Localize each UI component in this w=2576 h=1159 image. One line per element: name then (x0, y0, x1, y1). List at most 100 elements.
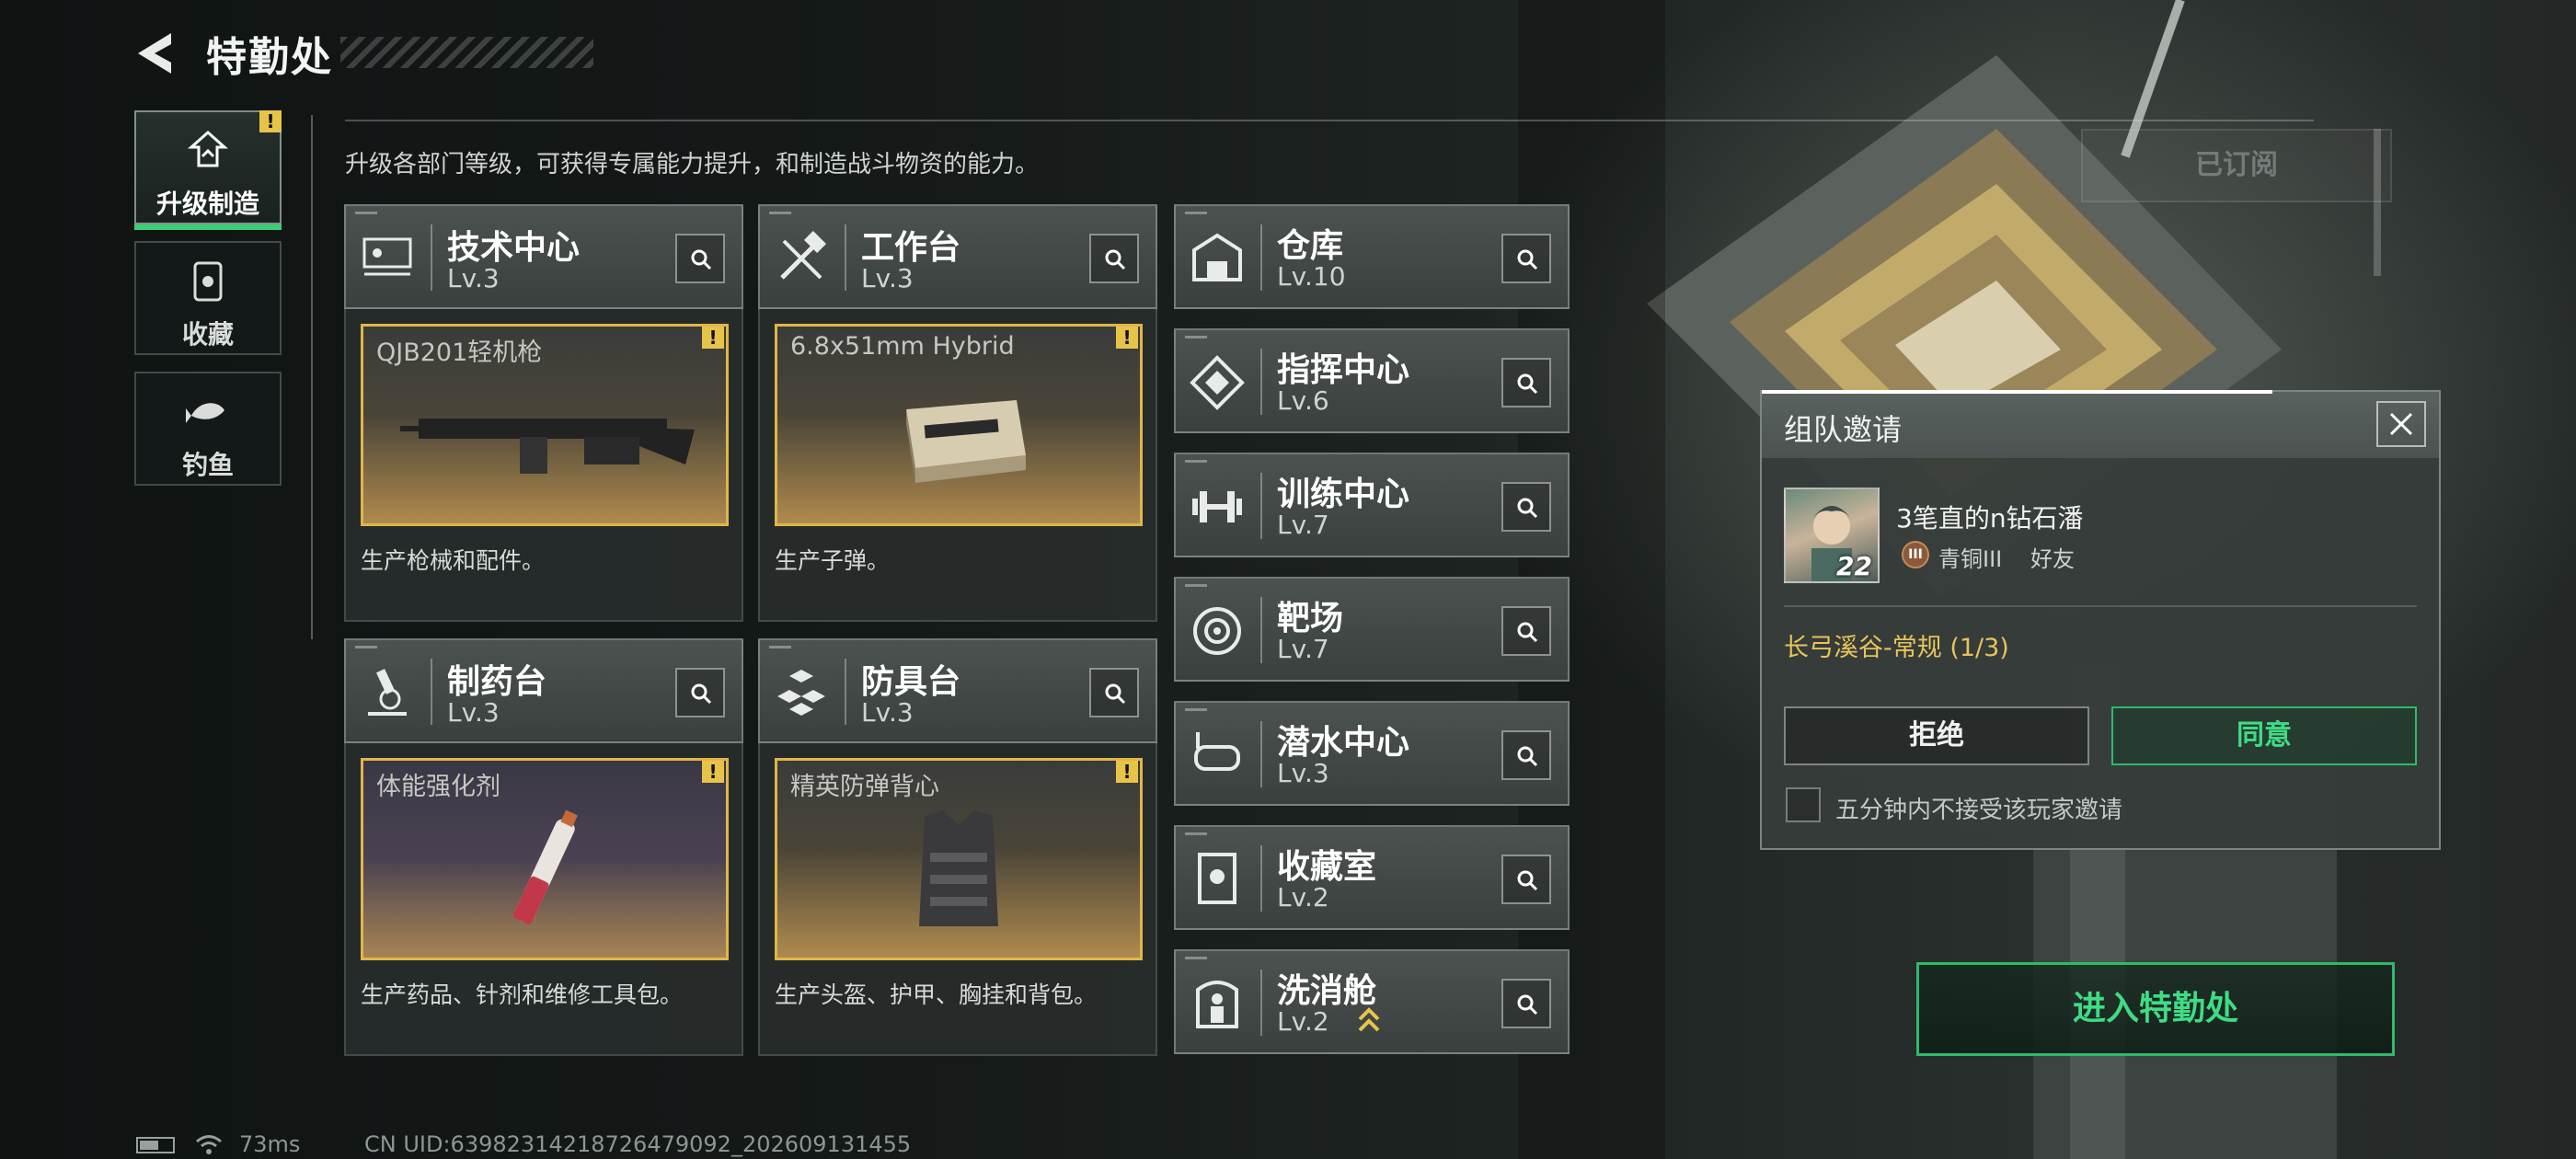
avatar[interactable]: 22 (1784, 488, 1880, 583)
accept-button[interactable]: 同意 (2111, 706, 2417, 765)
dept-name: 制药台 (447, 663, 547, 701)
dept-description: 生产药品、针剂和维修工具包。 (361, 981, 684, 1008)
decor-mark (1185, 957, 1207, 959)
facility-collection-room[interactable]: 收藏室 Lv.2 (1174, 825, 1570, 930)
divider (1260, 473, 1262, 539)
decor-mark (355, 646, 377, 648)
divider (1260, 597, 1262, 663)
decor-mark (1185, 708, 1207, 711)
dept-card-armor[interactable]: 精英防弹背心 ! 生产头盔、护甲、胸挂和背包。 (758, 743, 1157, 1056)
facility-shooting-range[interactable]: 靶场 Lv.7 (1174, 577, 1570, 682)
dept-header-tech-center[interactable]: 技术中心 Lv.3 (344, 204, 743, 309)
search-button[interactable] (1501, 358, 1551, 407)
search-button[interactable] (1501, 234, 1551, 283)
collection-icon (193, 261, 223, 302)
search-button[interactable] (1501, 979, 1551, 1028)
facility-level: Lv.7 (1277, 510, 1329, 540)
search-button[interactable] (1501, 482, 1551, 532)
game-mode: 长弓溪谷-常规 (1/3) (1784, 634, 2009, 662)
dept-header-armor[interactable]: 防具台 Lv.3 (758, 638, 1157, 743)
search-button[interactable] (675, 668, 725, 717)
team-invite-dialog: 组队邀请 22 3笔直的n钻石潘 III 青铜III 好友 长弓溪谷-常规 (1… (1760, 390, 2441, 850)
enter-button[interactable]: 进入特勤处 (1916, 962, 2395, 1056)
collection-room-icon (1198, 853, 1236, 904)
facility-name: 仓库 (1277, 227, 1344, 265)
dive-mask-icon (1194, 732, 1240, 771)
close-button[interactable] (2376, 401, 2426, 447)
dept-level: Lv.3 (447, 697, 500, 728)
page-subtitle: 升级各部门等级，可获得专属能力提升，和制造战斗物资的能力。 (345, 151, 1040, 178)
player-name: 3笔直的n钻石潘 (1896, 503, 2084, 534)
decor-mark (1185, 584, 1207, 587)
upgrade-chevron-icon (1358, 1007, 1380, 1032)
facility-level: Lv.3 (1277, 758, 1329, 788)
vest-image (919, 810, 998, 926)
search-icon (1517, 994, 1538, 1016)
fish-icon (186, 403, 224, 423)
close-icon (2389, 412, 2413, 436)
dumbbell-icon (1192, 491, 1242, 522)
sidebar-item-fishing[interactable]: 钓鱼 (134, 372, 282, 486)
wifi-icon (196, 1135, 222, 1154)
title-decoration (340, 37, 593, 68)
facility-level: Lv.10 (1277, 261, 1346, 292)
command-icon (1190, 355, 1245, 410)
dept-card-workbench[interactable]: 6.8x51mm Hybrid ! 生产子弹。 (758, 309, 1157, 622)
facility-decon-chamber[interactable]: 洗消舱 Lv.2 (1174, 949, 1570, 1054)
sidebar-item-label: 收藏 (181, 319, 234, 350)
divider (1260, 349, 1262, 415)
player-rank: 青铜III (1938, 546, 2003, 572)
upgrade-icon (188, 130, 228, 167)
facility-training-center[interactable]: 训练中心 Lv.7 (1174, 453, 1570, 557)
production-item[interactable]: QJB201轻机枪 ! (361, 324, 729, 526)
facility-name: 洗消舱 (1277, 972, 1377, 1010)
microscope-icon (368, 669, 407, 716)
divider (431, 224, 432, 291)
sidebar-item-upgrade[interactable]: 升级制造 ! (134, 110, 282, 230)
facility-level: Lv.2 (1277, 1006, 1329, 1037)
search-button[interactable] (1501, 606, 1551, 656)
dept-description: 生产子弹。 (775, 547, 891, 574)
search-icon (1105, 683, 1126, 705)
back-arrow-icon[interactable] (131, 28, 182, 79)
decor-mark (769, 212, 791, 214)
dept-level: Lv.3 (861, 697, 914, 728)
dept-card-pharmacy[interactable]: 体能强化剂 ! 生产药品、针剂和维修工具包。 (344, 743, 743, 1056)
facility-name: 训练中心 (1277, 476, 1410, 513)
ping-readout: 73ms (239, 1131, 301, 1157)
facility-name: 收藏室 (1277, 848, 1377, 886)
sidebar-item-collection[interactable]: 收藏 (134, 241, 282, 355)
production-item[interactable]: 6.8x51mm Hybrid ! (775, 324, 1143, 526)
search-button[interactable] (1501, 730, 1551, 780)
dept-card-tech-center[interactable]: QJB201轻机枪 ! 生产枪械和配件。 (344, 309, 743, 622)
warning-badge: ! (702, 327, 724, 349)
sidebar-item-label: 升级制造 (155, 189, 259, 219)
facility-warehouse[interactable]: 仓库 Lv.10 (1174, 204, 1570, 309)
warning-badge: ! (702, 761, 724, 783)
search-button[interactable] (1089, 234, 1139, 283)
production-item[interactable]: 体能强化剂 ! (361, 758, 729, 960)
search-icon (1517, 622, 1538, 643)
search-icon (1517, 870, 1538, 891)
facility-dive-center[interactable]: 潜水中心 Lv.3 (1174, 701, 1570, 806)
item-name: QJB201轻机枪 (376, 339, 543, 367)
decon-icon (1196, 981, 1238, 1028)
search-button[interactable] (675, 234, 725, 283)
search-button[interactable] (1501, 855, 1551, 904)
divider (1260, 845, 1262, 912)
search-button[interactable] (1089, 668, 1139, 717)
dept-header-workbench[interactable]: 工作台 Lv.3 (758, 204, 1157, 309)
ammo-box-image (906, 400, 1026, 483)
production-item[interactable]: 精英防弹背心 ! (775, 758, 1143, 960)
dept-header-pharmacy[interactable]: 制药台 Lv.3 (344, 638, 743, 743)
mute-invite-checkbox[interactable] (1786, 787, 1821, 822)
dept-name: 工作台 (861, 229, 961, 267)
subscribed-button[interactable]: 已订阅 (2081, 129, 2392, 202)
reject-button[interactable]: 拒绝 (1784, 706, 2089, 765)
uid-readout: CN UID:6398231421872647909​2_20260913145… (364, 1131, 912, 1157)
facility-command-center[interactable]: 指挥中心 Lv.6 (1174, 328, 1570, 433)
divider (845, 224, 846, 291)
divider (1784, 605, 2417, 607)
item-name: 体能强化剂 (376, 773, 500, 801)
divider (311, 115, 313, 639)
